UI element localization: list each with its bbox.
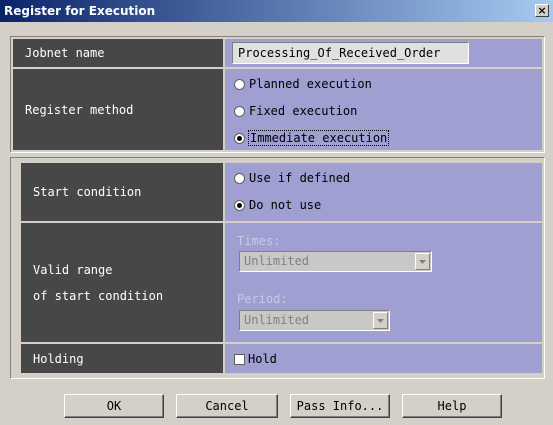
register-method-label: Register method [25, 102, 134, 117]
close-button[interactable]: × [535, 4, 549, 17]
holding-label: Holding [33, 351, 84, 366]
start-condition-label-cell: Start condition [21, 163, 223, 221]
hold-checkbox-label: Hold [248, 352, 277, 366]
planned-execution-label: Planned execution [249, 77, 372, 91]
times-value: Unlimited [244, 254, 310, 268]
radio-use-if-defined[interactable]: Use if defined [234, 171, 350, 185]
period-label: Period: [237, 292, 288, 306]
do-not-use-label: Do not use [249, 198, 322, 212]
register-method-options-cell: Planned execution Fixed execution Immedi… [225, 69, 542, 150]
title-bar[interactable]: Register for Execution × [0, 0, 553, 22]
close-icon: × [537, 4, 547, 17]
hold-checkbox[interactable]: Hold [234, 352, 277, 366]
radio-selected-icon [234, 132, 245, 144]
pass-info-button[interactable]: Pass Info... [290, 394, 390, 418]
help-button[interactable]: Help [402, 394, 502, 418]
chevron-down-icon[interactable] [415, 253, 430, 270]
cancel-button[interactable]: Cancel [176, 394, 278, 418]
use-if-defined-label: Use if defined [249, 171, 351, 185]
fixed-execution-label: Fixed execution [249, 104, 358, 118]
window-title: Register for Execution [4, 4, 156, 18]
valid-range-label: Valid range of start condition [33, 262, 164, 303]
radio-selected-icon [234, 199, 245, 211]
times-select[interactable]: Unlimited [239, 251, 432, 272]
ok-button[interactable]: OK [64, 394, 164, 418]
checkbox-icon [234, 353, 245, 365]
radio-planned-execution[interactable]: Planned execution [234, 77, 372, 91]
jobnet-name-value-cell: Processing_Of_Received_Order [225, 39, 542, 67]
radio-icon [234, 78, 245, 90]
jobnet-name-label: Jobnet name [25, 46, 105, 60]
radio-fixed-execution[interactable]: Fixed execution [234, 104, 357, 118]
chevron-down-icon[interactable] [373, 312, 388, 329]
jobnet-name-label-cell: Jobnet name [13, 39, 223, 67]
period-select[interactable]: Unlimited [239, 310, 390, 331]
start-condition-label: Start condition [33, 185, 142, 199]
radio-do-not-use[interactable]: Do not use [234, 198, 321, 212]
valid-range-label-cell: Valid range of start condition [21, 223, 223, 342]
radio-icon [234, 172, 245, 184]
radio-icon [234, 105, 245, 117]
holding-options-cell: Hold [225, 344, 542, 373]
jobnet-name-field[interactable]: Processing_Of_Received_Order [232, 42, 469, 64]
register-dialog: Register for Execution × Jobnet name Pro… [0, 0, 553, 425]
holding-label-cell: Holding [21, 344, 223, 373]
register-method-label-cell: Register method [13, 69, 223, 150]
valid-range-options-cell: Times: Unlimited Period: Unlimited [225, 223, 542, 342]
period-value: Unlimited [244, 313, 310, 327]
times-label: Times: [237, 234, 281, 248]
radio-immediate-execution[interactable]: Immediate execution [234, 130, 390, 146]
immediate-execution-label: Immediate execution [247, 130, 390, 146]
start-condition-options-cell: Use if defined Do not use [225, 163, 542, 221]
